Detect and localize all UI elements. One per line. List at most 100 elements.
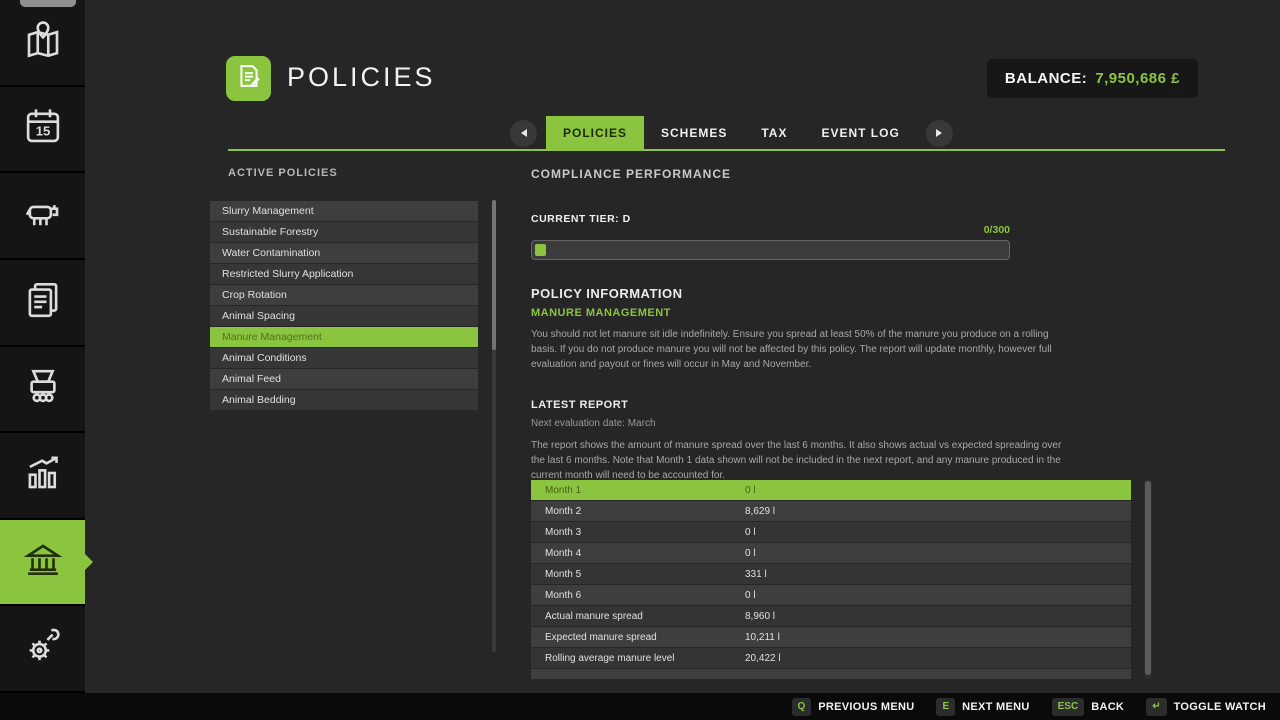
policy-list-item-selected[interactable]: Manure Management <box>210 327 478 347</box>
sidebar-item-contracts[interactable] <box>0 260 85 347</box>
tab-bar: POLICIES SCHEMES TAX EVENT LOG <box>501 116 962 150</box>
esc-key-badge: ESC <box>1052 698 1085 716</box>
previous-menu-label: PREVIOUS MENU <box>818 701 914 713</box>
page-title: POLICIES <box>287 62 436 93</box>
latest-report-title: LATEST REPORT <box>531 399 628 411</box>
toggle-watch-label: TOGGLE WATCH <box>1174 701 1266 713</box>
back-hint[interactable]: ESC BACK <box>1052 698 1125 716</box>
balance-label: BALANCE: <box>1005 70 1087 87</box>
policy-list-item[interactable]: Animal Spacing <box>210 306 478 326</box>
report-scrollbar[interactable] <box>1144 479 1152 679</box>
policy-list-item[interactable]: Animal Conditions <box>210 348 478 368</box>
policy-list-scrollbar[interactable] <box>492 200 496 652</box>
table-row: Month 3 0 l <box>531 522 1131 542</box>
tab-tax[interactable]: TAX <box>744 116 804 150</box>
policy-list-item[interactable]: Crop Rotation <box>210 285 478 305</box>
row-value: 0 l <box>745 548 756 559</box>
calendar-day-label: 15 <box>35 124 50 139</box>
tab-event-log[interactable]: EVENT LOG <box>804 116 916 150</box>
policies-app-icon <box>226 56 271 101</box>
latest-report-description: The report shows the amount of manure sp… <box>531 438 1074 483</box>
row-value: 8,629 l <box>745 506 775 517</box>
gear-wrench-icon <box>22 625 64 672</box>
sidebar-item-map[interactable] <box>0 0 85 87</box>
sidebar-item-production[interactable] <box>0 347 85 434</box>
q-key-badge: Q <box>792 698 812 716</box>
table-row: Rolling average manure level 20,422 l <box>531 648 1131 668</box>
cow-icon <box>22 192 64 239</box>
production-icon <box>22 365 64 412</box>
row-value: 0 l <box>745 590 756 601</box>
row-label: Month 1 <box>545 485 745 496</box>
previous-menu-hint[interactable]: Q PREVIOUS MENU <box>792 698 915 716</box>
active-policies-list: Slurry Management Sustainable Forestry W… <box>210 201 478 411</box>
policy-list-item[interactable]: Slurry Management <box>210 201 478 221</box>
sidebar-item-statistics[interactable] <box>0 433 85 520</box>
row-value: 8,960 l <box>745 611 775 622</box>
tab-underline <box>228 149 1225 151</box>
sidebar-item-animals[interactable] <box>0 173 85 260</box>
tab-next-button[interactable] <box>926 120 953 147</box>
row-value: 10,211 l <box>745 632 780 643</box>
next-menu-label: NEXT MENU <box>962 701 1029 713</box>
policy-list-item[interactable]: Animal Feed <box>210 369 478 389</box>
row-label: Actual manure spread <box>545 611 745 622</box>
policy-info-description: You should not let manure sit idle indef… <box>531 327 1074 372</box>
policy-info-subtitle: MANURE MANAGEMENT <box>531 307 671 319</box>
enter-key-icon: ↵ <box>1146 698 1166 716</box>
row-value: 20,422 l <box>745 653 781 664</box>
balance-badge: BALANCE: 7,950,686 £ <box>987 59 1198 98</box>
report-scrollbar-thumb[interactable] <box>1145 481 1151 675</box>
compliance-title: COMPLIANCE PERFORMANCE <box>531 167 731 181</box>
policy-list-item[interactable]: Sustainable Forestry <box>210 222 478 242</box>
sidebar-scroll-remnant <box>20 0 76 7</box>
tab-schemes[interactable]: SCHEMES <box>644 116 744 150</box>
bank-icon <box>22 539 64 586</box>
next-evaluation-date: Next evaluation date: March <box>531 418 656 429</box>
sidebar-item-calendar[interactable]: 15 <box>0 87 85 174</box>
calendar-icon: 15 <box>22 105 64 152</box>
table-row: Month 6 0 l <box>531 585 1131 605</box>
back-label: BACK <box>1091 701 1124 713</box>
table-row: Expected manure spread 10,211 l <box>531 627 1131 647</box>
table-row: Month 4 0 l <box>531 543 1131 563</box>
compliance-progress-fill <box>535 244 546 256</box>
main-menu-sidebar: 15 <box>0 0 85 693</box>
active-policies-title: ACTIVE POLICIES <box>228 167 338 179</box>
row-label: Month 6 <box>545 590 745 601</box>
policy-list-item[interactable]: Water Contamination <box>210 243 478 263</box>
policy-list-scrollbar-thumb[interactable] <box>492 200 496 350</box>
tab-prev-button[interactable] <box>510 120 537 147</box>
key-hints-bar: Q PREVIOUS MENU E NEXT MENU ESC BACK ↵ T… <box>0 693 1280 720</box>
policy-list-item[interactable]: Restricted Slurry Application <box>210 264 478 284</box>
policies-screen: 15 <box>0 0 1280 720</box>
documents-icon <box>22 279 64 326</box>
e-key-badge: E <box>936 698 955 716</box>
sidebar-item-finances-policies[interactable] <box>0 520 85 607</box>
row-label: Rolling average manure level <box>545 653 745 664</box>
policy-document-icon <box>235 62 263 95</box>
next-menu-hint[interactable]: E NEXT MENU <box>936 698 1029 716</box>
chevron-left-icon <box>521 129 527 137</box>
sidebar-item-settings[interactable] <box>0 606 85 693</box>
toggle-watch-hint[interactable]: ↵ TOGGLE WATCH <box>1146 698 1266 716</box>
balance-value: 7,950,686 £ <box>1095 70 1180 87</box>
table-row: Month 1 0 l <box>531 480 1131 500</box>
row-label: Expected manure spread <box>545 632 745 643</box>
row-label: Month 5 <box>545 569 745 580</box>
compliance-progress-bar <box>531 240 1010 260</box>
table-row: Month 2 8,629 l <box>531 501 1131 521</box>
tab-policies[interactable]: POLICIES <box>546 116 644 150</box>
chevron-right-icon <box>936 129 942 137</box>
row-label: Month 3 <box>545 527 745 538</box>
compliance-score: 0/300 <box>531 224 1010 236</box>
table-row: Month 5 331 l <box>531 564 1131 584</box>
chart-icon <box>22 452 64 499</box>
row-label: Month 4 <box>545 548 745 559</box>
table-row: Actual manure spread 8,960 l <box>531 606 1131 626</box>
policy-list-item[interactable]: Animal Bedding <box>210 390 478 410</box>
map-icon <box>22 19 64 66</box>
row-value: 0 l <box>745 527 756 538</box>
manure-report-table: Month 1 0 l Month 2 8,629 l Month 3 0 l … <box>531 480 1131 679</box>
row-label: Month 2 <box>545 506 745 517</box>
